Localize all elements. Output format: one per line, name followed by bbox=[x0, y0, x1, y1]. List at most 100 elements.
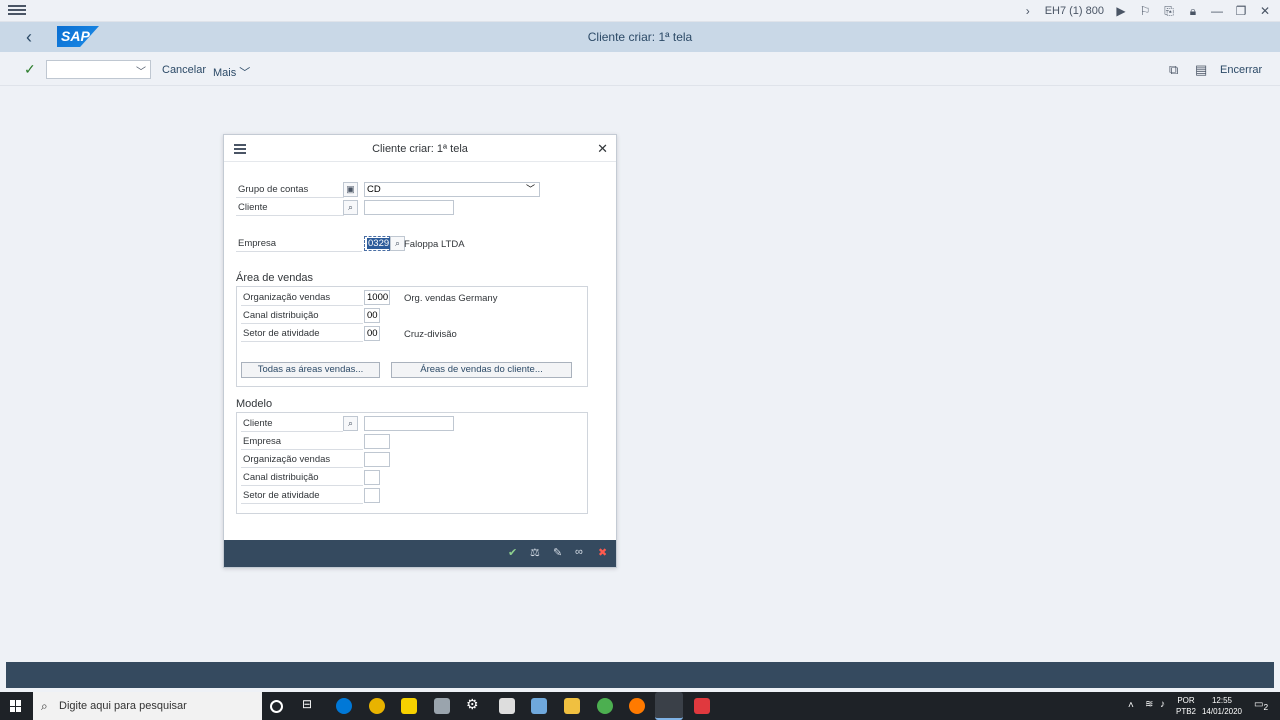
all-sales-areas-button[interactable]: Todas as áreas vendas... bbox=[241, 362, 380, 378]
command-field[interactable]: ﹀ bbox=[46, 60, 151, 79]
customize-icon[interactable]: ⚐ bbox=[1138, 4, 1152, 18]
clock-date: 14/01/2020 bbox=[1201, 707, 1243, 716]
window-icon[interactable]: ▤ bbox=[1195, 62, 1207, 78]
template-dist-channel-input[interactable] bbox=[364, 470, 380, 485]
cancel-icon[interactable]: ✖ bbox=[598, 546, 607, 559]
windows-taskbar: ⌕ Digite aqui para pesquisar ⊟ ⚙ ˄ ≋ ♪ P… bbox=[0, 692, 1280, 720]
shell-header: ‹ SAP Cliente criar: 1ª tela bbox=[0, 22, 1280, 52]
sticky-notes-icon[interactable] bbox=[401, 698, 417, 714]
sales-org-input[interactable]: 1000 bbox=[364, 290, 390, 305]
template-customer-search-icon[interactable]: ⌕ bbox=[343, 416, 358, 431]
notepad-icon[interactable] bbox=[531, 698, 547, 714]
account-group-image-icon[interactable]: ▣ bbox=[343, 182, 358, 197]
play-icon[interactable]: ▶ bbox=[1114, 4, 1128, 18]
network-app-icon[interactable] bbox=[434, 698, 450, 714]
language-top: POR bbox=[1177, 696, 1195, 705]
system-id: EH7 (1) 800 bbox=[1044, 5, 1104, 17]
dist-channel-input[interactable]: 00 bbox=[364, 308, 380, 323]
chevron-down-icon: ﹀ bbox=[525, 184, 535, 194]
volume-icon[interactable]: ♪ bbox=[1160, 699, 1165, 710]
binoculars-icon[interactable]: ∞ bbox=[575, 546, 583, 558]
balance-icon[interactable]: ⚖ bbox=[530, 546, 540, 559]
sales-area-heading: Área de vendas bbox=[236, 272, 314, 284]
skype-icon[interactable] bbox=[336, 698, 352, 714]
enter-check-icon[interactable]: ✓ bbox=[24, 61, 36, 78]
cortana-icon[interactable] bbox=[270, 700, 283, 713]
template-sales-org-label: Organização vendas bbox=[241, 451, 363, 468]
dialog-title: Cliente criar: 1ª tela bbox=[372, 143, 468, 155]
lock-icon[interactable]: 🔒︎ bbox=[1186, 4, 1200, 18]
clock-time: 12:55 bbox=[1211, 696, 1233, 705]
company-description: Faloppa LTDA bbox=[404, 239, 465, 250]
menu-icon[interactable] bbox=[8, 3, 26, 19]
restore-icon[interactable]: ❐ bbox=[1234, 4, 1248, 18]
division-input[interactable]: 00 bbox=[364, 326, 380, 341]
customer-input[interactable] bbox=[364, 200, 454, 215]
file-explorer-icon[interactable] bbox=[564, 698, 580, 714]
customer-search-icon[interactable]: ⌕ bbox=[343, 200, 358, 215]
close-icon[interactable]: ✕ bbox=[597, 141, 608, 157]
template-customer-label: Cliente bbox=[241, 415, 343, 432]
sap-gui-taskbar-icon[interactable] bbox=[655, 692, 683, 720]
template-division-label: Setor de atividade bbox=[241, 487, 363, 504]
chevron-down-icon[interactable]: ﹀ bbox=[136, 63, 146, 78]
account-group-value: CD bbox=[367, 184, 381, 195]
continue-icon[interactable]: ✔ bbox=[508, 546, 517, 559]
account-group-select[interactable]: CD ﹀ bbox=[364, 182, 540, 197]
template-division-input[interactable] bbox=[364, 488, 380, 503]
layout-icon[interactable]: ⎘ bbox=[1162, 4, 1176, 18]
minimize-icon[interactable]: — bbox=[1210, 4, 1224, 18]
sales-org-label: Organização vendas bbox=[241, 289, 363, 306]
page-title: Cliente criar: 1ª tela bbox=[587, 30, 693, 44]
company-value: 0329 bbox=[367, 238, 391, 249]
pencil-icon[interactable]: ✎ bbox=[553, 546, 562, 559]
more-button[interactable]: Mais ﹀ bbox=[213, 64, 250, 80]
notification-icon[interactable]: ▭2 bbox=[1254, 699, 1268, 713]
company-search-icon[interactable]: ⌕ bbox=[390, 236, 405, 251]
firefox-icon[interactable] bbox=[629, 698, 645, 714]
clock[interactable]: 12:55 14/01/2020 bbox=[1201, 695, 1243, 717]
template-dist-channel-label: Canal distribuição bbox=[241, 469, 363, 486]
exit-button[interactable]: Encerrar bbox=[1220, 64, 1262, 76]
template-customer-input[interactable] bbox=[364, 416, 454, 431]
wifi-icon[interactable]: ≋ bbox=[1145, 699, 1153, 710]
sales-org-description: Org. vendas Germany bbox=[404, 293, 498, 304]
calculator-icon[interactable] bbox=[499, 698, 515, 714]
dialog-header: Cliente criar: 1ª tela ✕ bbox=[224, 135, 616, 162]
toolbar: ✓ ﹀ Cancelar Mais ﹀ ⧉ ▤ Encerrar bbox=[0, 52, 1280, 86]
new-window-icon[interactable]: ⧉ bbox=[1169, 62, 1178, 78]
company-label: Empresa bbox=[236, 235, 362, 252]
language-indicator[interactable]: POR PTB2 bbox=[1176, 695, 1196, 717]
template-heading: Modelo bbox=[236, 398, 273, 410]
chevron-right-icon[interactable]: › bbox=[1021, 4, 1035, 18]
more-label: Mais bbox=[213, 67, 237, 79]
customer-create-dialog: Cliente criar: 1ª tela ✕ Grupo de contas… bbox=[223, 134, 617, 568]
system-bar: › EH7 (1) 800 ▶ ⚐ ⎘ 🔒︎ — ❐ ✕ bbox=[0, 0, 1280, 22]
windows-start-icon[interactable] bbox=[10, 700, 22, 712]
emoji-app-icon[interactable] bbox=[369, 698, 385, 714]
template-company-label: Empresa bbox=[241, 433, 363, 450]
cancel-button[interactable]: Cancelar bbox=[162, 64, 206, 76]
notification-count: 2 bbox=[1263, 702, 1269, 712]
company-input[interactable]: 0329 bbox=[364, 236, 391, 251]
app-c-icon[interactable] bbox=[694, 698, 710, 714]
dist-channel-label: Canal distribuição bbox=[241, 307, 363, 324]
search-icon: ⌕ bbox=[41, 699, 48, 713]
customer-label: Cliente bbox=[236, 199, 344, 216]
language-bottom: PTB2 bbox=[1176, 707, 1197, 716]
taskbar-search[interactable]: ⌕ Digite aqui para pesquisar bbox=[33, 692, 262, 720]
tray-chevron-icon[interactable]: ˄ bbox=[1128, 700, 1134, 711]
task-view-icon[interactable]: ⊟ bbox=[302, 697, 318, 713]
division-description: Cruz-divisão bbox=[404, 329, 457, 340]
chrome-icon[interactable] bbox=[597, 698, 613, 714]
close-window-icon[interactable]: ✕ bbox=[1258, 4, 1272, 18]
template-sales-org-input[interactable] bbox=[364, 452, 390, 467]
dialog-footer: ✔ ⚖ ✎ ∞ ✖ bbox=[224, 540, 616, 567]
status-bar bbox=[6, 662, 1274, 688]
customer-sales-areas-button[interactable]: Áreas de vendas do cliente... bbox=[391, 362, 572, 378]
account-group-label: Grupo de contas bbox=[236, 181, 344, 198]
division-label: Setor de atividade bbox=[241, 325, 363, 342]
template-company-input[interactable] bbox=[364, 434, 390, 449]
settings-gear-icon[interactable]: ⚙ bbox=[466, 696, 482, 712]
taskbar-search-placeholder: Digite aqui para pesquisar bbox=[59, 700, 187, 712]
